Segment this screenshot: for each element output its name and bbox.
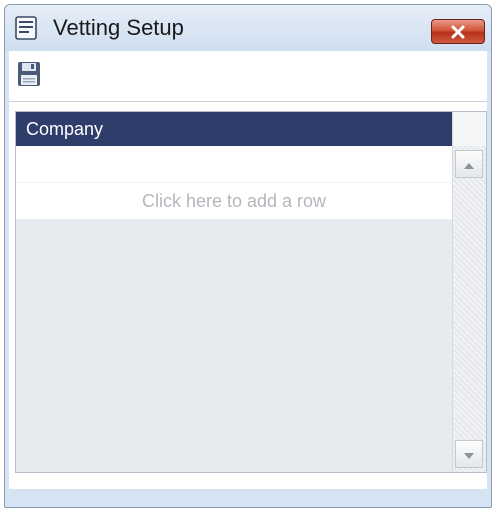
toolbar xyxy=(9,51,487,102)
arrow-down-icon xyxy=(463,445,475,464)
scrollbar-track[interactable] xyxy=(453,146,486,472)
arrow-up-icon xyxy=(463,155,475,174)
add-row-placeholder[interactable]: Click here to add a row xyxy=(16,182,452,219)
table-row[interactable] xyxy=(16,146,452,182)
vertical-scrollbar[interactable] xyxy=(452,112,486,472)
column-header-company[interactable]: Company xyxy=(16,112,452,146)
save-button[interactable] xyxy=(14,61,44,91)
title-bar[interactable]: Vetting Setup xyxy=(5,5,491,51)
scrollbar-header-corner xyxy=(453,112,486,146)
save-icon xyxy=(17,61,41,91)
scroll-up-button[interactable] xyxy=(455,150,483,178)
document-list-icon xyxy=(13,15,39,41)
scroll-down-button[interactable] xyxy=(455,440,483,468)
close-icon xyxy=(450,25,466,39)
company-grid: Company Click here to add a row xyxy=(15,111,487,473)
vetting-setup-window: Vetting Setup Company Click here to add … xyxy=(4,4,492,508)
close-button[interactable] xyxy=(431,19,485,44)
window-title: Vetting Setup xyxy=(53,15,184,40)
window-client-area: Company Click here to add a row xyxy=(9,51,487,489)
